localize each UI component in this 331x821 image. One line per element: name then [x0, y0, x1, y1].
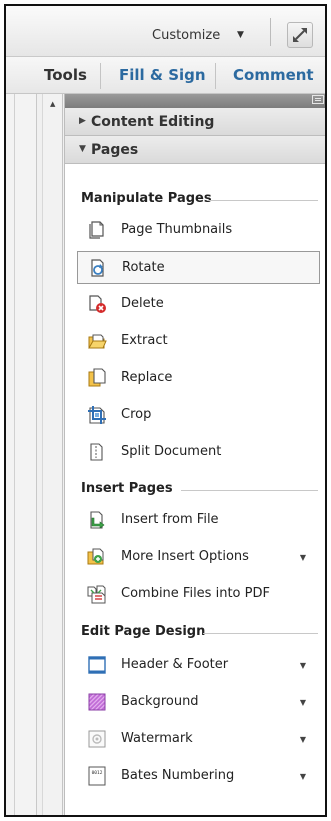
tool-insert-from-file[interactable]: Insert from File	[77, 504, 320, 537]
tool-label: Rotate	[122, 260, 165, 275]
combine-files-icon	[87, 585, 106, 604]
group-divider	[203, 633, 318, 634]
tool-crop[interactable]: Crop	[77, 399, 320, 432]
expand-window-button[interactable]	[287, 22, 313, 48]
tool-label: Delete	[121, 296, 164, 311]
chevron-down-icon[interactable]: ▼	[300, 553, 306, 562]
background-icon	[88, 693, 106, 711]
tab-comment[interactable]: Comment	[233, 66, 314, 84]
watermark-icon	[88, 730, 106, 748]
panel-options-bar: ▼	[65, 94, 326, 108]
chevron-down-icon[interactable]: ▼	[300, 698, 306, 707]
chevron-down-icon[interactable]: ▼	[300, 772, 306, 781]
scroll-up-arrow-icon[interactable]: ▲	[50, 100, 55, 108]
tool-background[interactable]: Background ▼	[77, 686, 320, 719]
section-label: Content Editing	[91, 114, 215, 130]
document-edge-line	[14, 42, 15, 815]
document-edge	[6, 6, 37, 815]
tools-panel: ▼ ▶ Content Editing ▼ Pages Manipulate P…	[64, 94, 326, 815]
expand-window-icon	[293, 28, 307, 42]
tool-more-insert-options[interactable]: More Insert Options ▼	[77, 541, 320, 574]
panel-options-icon[interactable]	[312, 95, 324, 104]
chevron-down-icon[interactable]: ▼	[300, 661, 306, 670]
group-title-manipulate-pages: Manipulate Pages	[81, 191, 212, 206]
tool-label: Extract	[121, 333, 168, 348]
tool-bates-numbering[interactable]: 0012 Bates Numbering ▼	[77, 760, 320, 793]
tab-divider	[215, 63, 216, 89]
tool-header-footer[interactable]: Header & Footer ▼	[77, 649, 320, 682]
group-divider	[181, 490, 318, 491]
delete-page-icon	[89, 295, 106, 313]
tool-rotate[interactable]: Rotate	[77, 251, 320, 284]
tool-label: Split Document	[121, 444, 222, 459]
bates-icon-text: 0012	[92, 770, 103, 776]
collapsed-arrow-icon: ▶	[79, 116, 86, 126]
chevron-down-icon[interactable]: ▼	[237, 30, 244, 40]
page-thumbnails-icon	[89, 221, 104, 239]
split-document-icon	[90, 443, 103, 461]
tool-combine-files[interactable]: Combine Files into PDF	[77, 578, 320, 611]
group-title-edit-page-design: Edit Page Design	[81, 624, 206, 639]
tool-label: More Insert Options	[121, 549, 249, 564]
replace-icon	[88, 368, 106, 387]
scrollbar[interactable]: ▲	[42, 94, 63, 815]
section-label: Pages	[91, 142, 139, 158]
section-content-editing[interactable]: ▶ Content Editing	[65, 108, 325, 136]
tool-page-thumbnails[interactable]: Page Thumbnails	[77, 214, 320, 247]
header-footer-icon	[88, 656, 106, 674]
tool-split-document[interactable]: Split Document	[77, 436, 320, 469]
tool-delete[interactable]: Delete	[77, 288, 320, 321]
tool-watermark[interactable]: Watermark ▼	[77, 723, 320, 756]
tool-label: Header & Footer	[121, 657, 229, 672]
top-toolbar: Customize ▼	[6, 6, 325, 57]
panel-options-caret-icon[interactable]: ▼	[325, 95, 326, 103]
rotate-icon	[91, 259, 104, 277]
tool-extract[interactable]: Extract	[77, 325, 320, 358]
insert-from-file-icon	[90, 511, 105, 529]
section-pages[interactable]: ▼ Pages	[65, 136, 325, 164]
tool-label: Bates Numbering	[121, 768, 235, 783]
tool-label: Page Thumbnails	[121, 222, 233, 237]
tools-pane-window: Customize ▼ Tools Fill & Sign Comment ▲ …	[4, 4, 327, 817]
bates-numbering-icon: 0012	[88, 766, 106, 786]
group-title-insert-pages: Insert Pages	[81, 481, 173, 496]
more-insert-options-icon	[87, 548, 104, 565]
tool-label: Combine Files into PDF	[121, 586, 270, 601]
tool-label: Watermark	[121, 731, 193, 746]
tab-fill-sign[interactable]: Fill & Sign	[119, 66, 206, 84]
chevron-down-icon[interactable]: ▼	[300, 735, 306, 744]
tab-divider	[100, 63, 101, 89]
extract-icon	[88, 334, 107, 349]
group-divider	[207, 200, 318, 201]
tool-replace[interactable]: Replace	[77, 362, 320, 395]
customize-menu-button[interactable]: Customize	[152, 28, 220, 43]
tool-label: Background	[121, 694, 199, 709]
pane-tabs: Tools Fill & Sign Comment	[6, 57, 325, 94]
expanded-arrow-icon: ▼	[79, 144, 86, 154]
tool-label: Crop	[121, 407, 152, 422]
crop-icon	[88, 406, 106, 424]
tool-label: Insert from File	[121, 512, 219, 527]
tool-label: Replace	[121, 370, 173, 385]
toolbar-divider	[270, 18, 271, 46]
tab-tools[interactable]: Tools	[44, 66, 87, 84]
